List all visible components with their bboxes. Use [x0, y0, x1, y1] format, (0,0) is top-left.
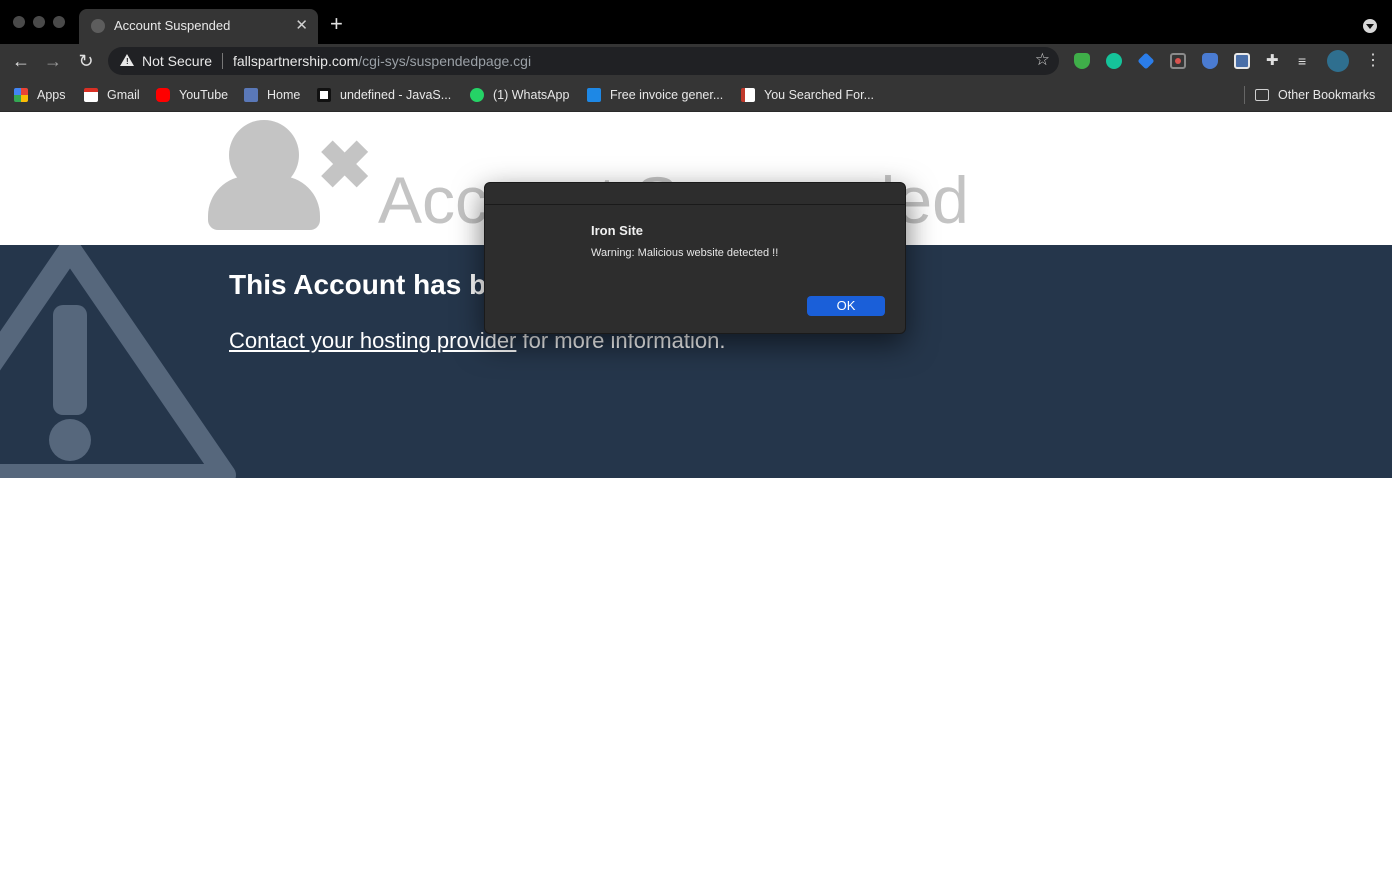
forward-button[interactable]: →: [41, 49, 65, 73]
screen-record-extension-icon[interactable]: [1170, 53, 1186, 69]
bookmark-star-icon[interactable]: ☆: [1035, 50, 1050, 70]
browser-toolbar: ← → ↻ ! Not Secure fallspartnership.com/…: [0, 44, 1392, 78]
address-bar[interactable]: ! Not Secure fallspartnership.com/cgi-sy…: [108, 47, 1059, 75]
shield-extension-icon[interactable]: [1074, 53, 1090, 69]
close-tab-icon[interactable]: ✕: [295, 16, 308, 34]
security-extension-icon[interactable]: [1234, 53, 1250, 69]
bookmark-javascript[interactable]: undefined - JavaS...: [317, 85, 451, 105]
bookmark-label: Apps: [37, 88, 66, 102]
whatsapp-icon: [470, 88, 484, 102]
other-bookmarks[interactable]: Other Bookmarks: [1255, 85, 1375, 105]
browser-menu-icon[interactable]: ⋮: [1365, 51, 1381, 71]
media-queue-icon[interactable]: ≡: [1298, 53, 1314, 69]
bookmark-label: (1) WhatsApp: [493, 88, 570, 102]
dialog-titlebar: [485, 183, 905, 205]
bookmark-search-result[interactable]: You Searched For...: [741, 85, 874, 105]
gmail-icon: [84, 88, 98, 102]
reload-button[interactable]: ↻: [74, 49, 98, 73]
home-icon: [244, 88, 258, 102]
ok-button[interactable]: OK: [807, 296, 885, 316]
javascript-icon: [317, 88, 331, 102]
youtube-icon: [156, 88, 170, 102]
bookmark-label: YouTube: [179, 88, 229, 102]
dialog-title: Iron Site: [591, 223, 644, 238]
url-path: /cgi-sys/suspendedpage.cgi: [358, 53, 532, 69]
bookmarks-bar: Apps Gmail YouTube Home undefined - Java…: [0, 78, 1392, 112]
close-window-button[interactable]: [13, 16, 25, 28]
tab-strip: Account Suspended ✕ +: [0, 0, 1392, 44]
new-tab-button[interactable]: +: [330, 13, 343, 35]
invoice-icon: [587, 88, 601, 102]
folder-icon: [1255, 89, 1269, 101]
blue-shield-extension-icon[interactable]: [1202, 53, 1218, 69]
other-bookmarks-label: Other Bookmarks: [1278, 88, 1376, 102]
puzzle-blue-extension-icon[interactable]: [1137, 52, 1155, 70]
url-text[interactable]: fallspartnership.com/cgi-sys/suspendedpa…: [233, 53, 531, 69]
bookmark-label: undefined - JavaS...: [340, 88, 452, 102]
profile-avatar[interactable]: [1327, 50, 1349, 72]
bookmark-apps[interactable]: Apps: [14, 85, 66, 105]
user-body-icon: [208, 176, 320, 230]
x-mark-icon: ✖: [317, 128, 373, 202]
tab-title: Account Suspended: [114, 18, 231, 33]
search-result-icon: [741, 88, 755, 102]
contact-hosting-link[interactable]: Contact your hosting provider: [229, 328, 516, 353]
back-button[interactable]: ←: [9, 49, 33, 73]
dialog-message: Warning: Malicious website detected !!: [591, 247, 779, 259]
bookmarks-separator: [1244, 86, 1245, 104]
not-secure-warning-icon[interactable]: !: [120, 54, 134, 66]
bookmark-label: Free invoice gener...: [610, 88, 724, 102]
url-host: fallspartnership.com: [233, 53, 359, 69]
warning-triangle-icon: [0, 245, 236, 478]
apps-grid-icon: [14, 88, 28, 102]
security-label[interactable]: Not Secure: [142, 53, 212, 69]
bookmark-whatsapp[interactable]: (1) WhatsApp: [470, 85, 569, 105]
bookmark-invoice[interactable]: Free invoice gener...: [587, 85, 723, 105]
address-separator: [222, 53, 223, 69]
bookmark-label: You Searched For...: [764, 88, 875, 102]
bookmark-youtube[interactable]: YouTube: [156, 85, 228, 105]
tab-account-suspended[interactable]: Account Suspended ✕: [79, 9, 318, 44]
globe-icon: [91, 19, 105, 33]
bookmark-home[interactable]: Home: [244, 85, 300, 105]
zoom-window-button[interactable]: [53, 16, 65, 28]
extensions-puzzle-icon[interactable]: ✚: [1266, 53, 1282, 69]
bookmark-label: Gmail: [107, 88, 140, 102]
alert-dialog: Iron Site Warning: Malicious website det…: [484, 182, 906, 334]
minimize-window-button[interactable]: [33, 16, 45, 28]
tab-search-icon[interactable]: [1363, 19, 1377, 33]
bookmark-gmail[interactable]: Gmail: [84, 85, 140, 105]
bookmark-label: Home: [267, 88, 301, 102]
grammarly-extension-icon[interactable]: [1106, 53, 1122, 69]
